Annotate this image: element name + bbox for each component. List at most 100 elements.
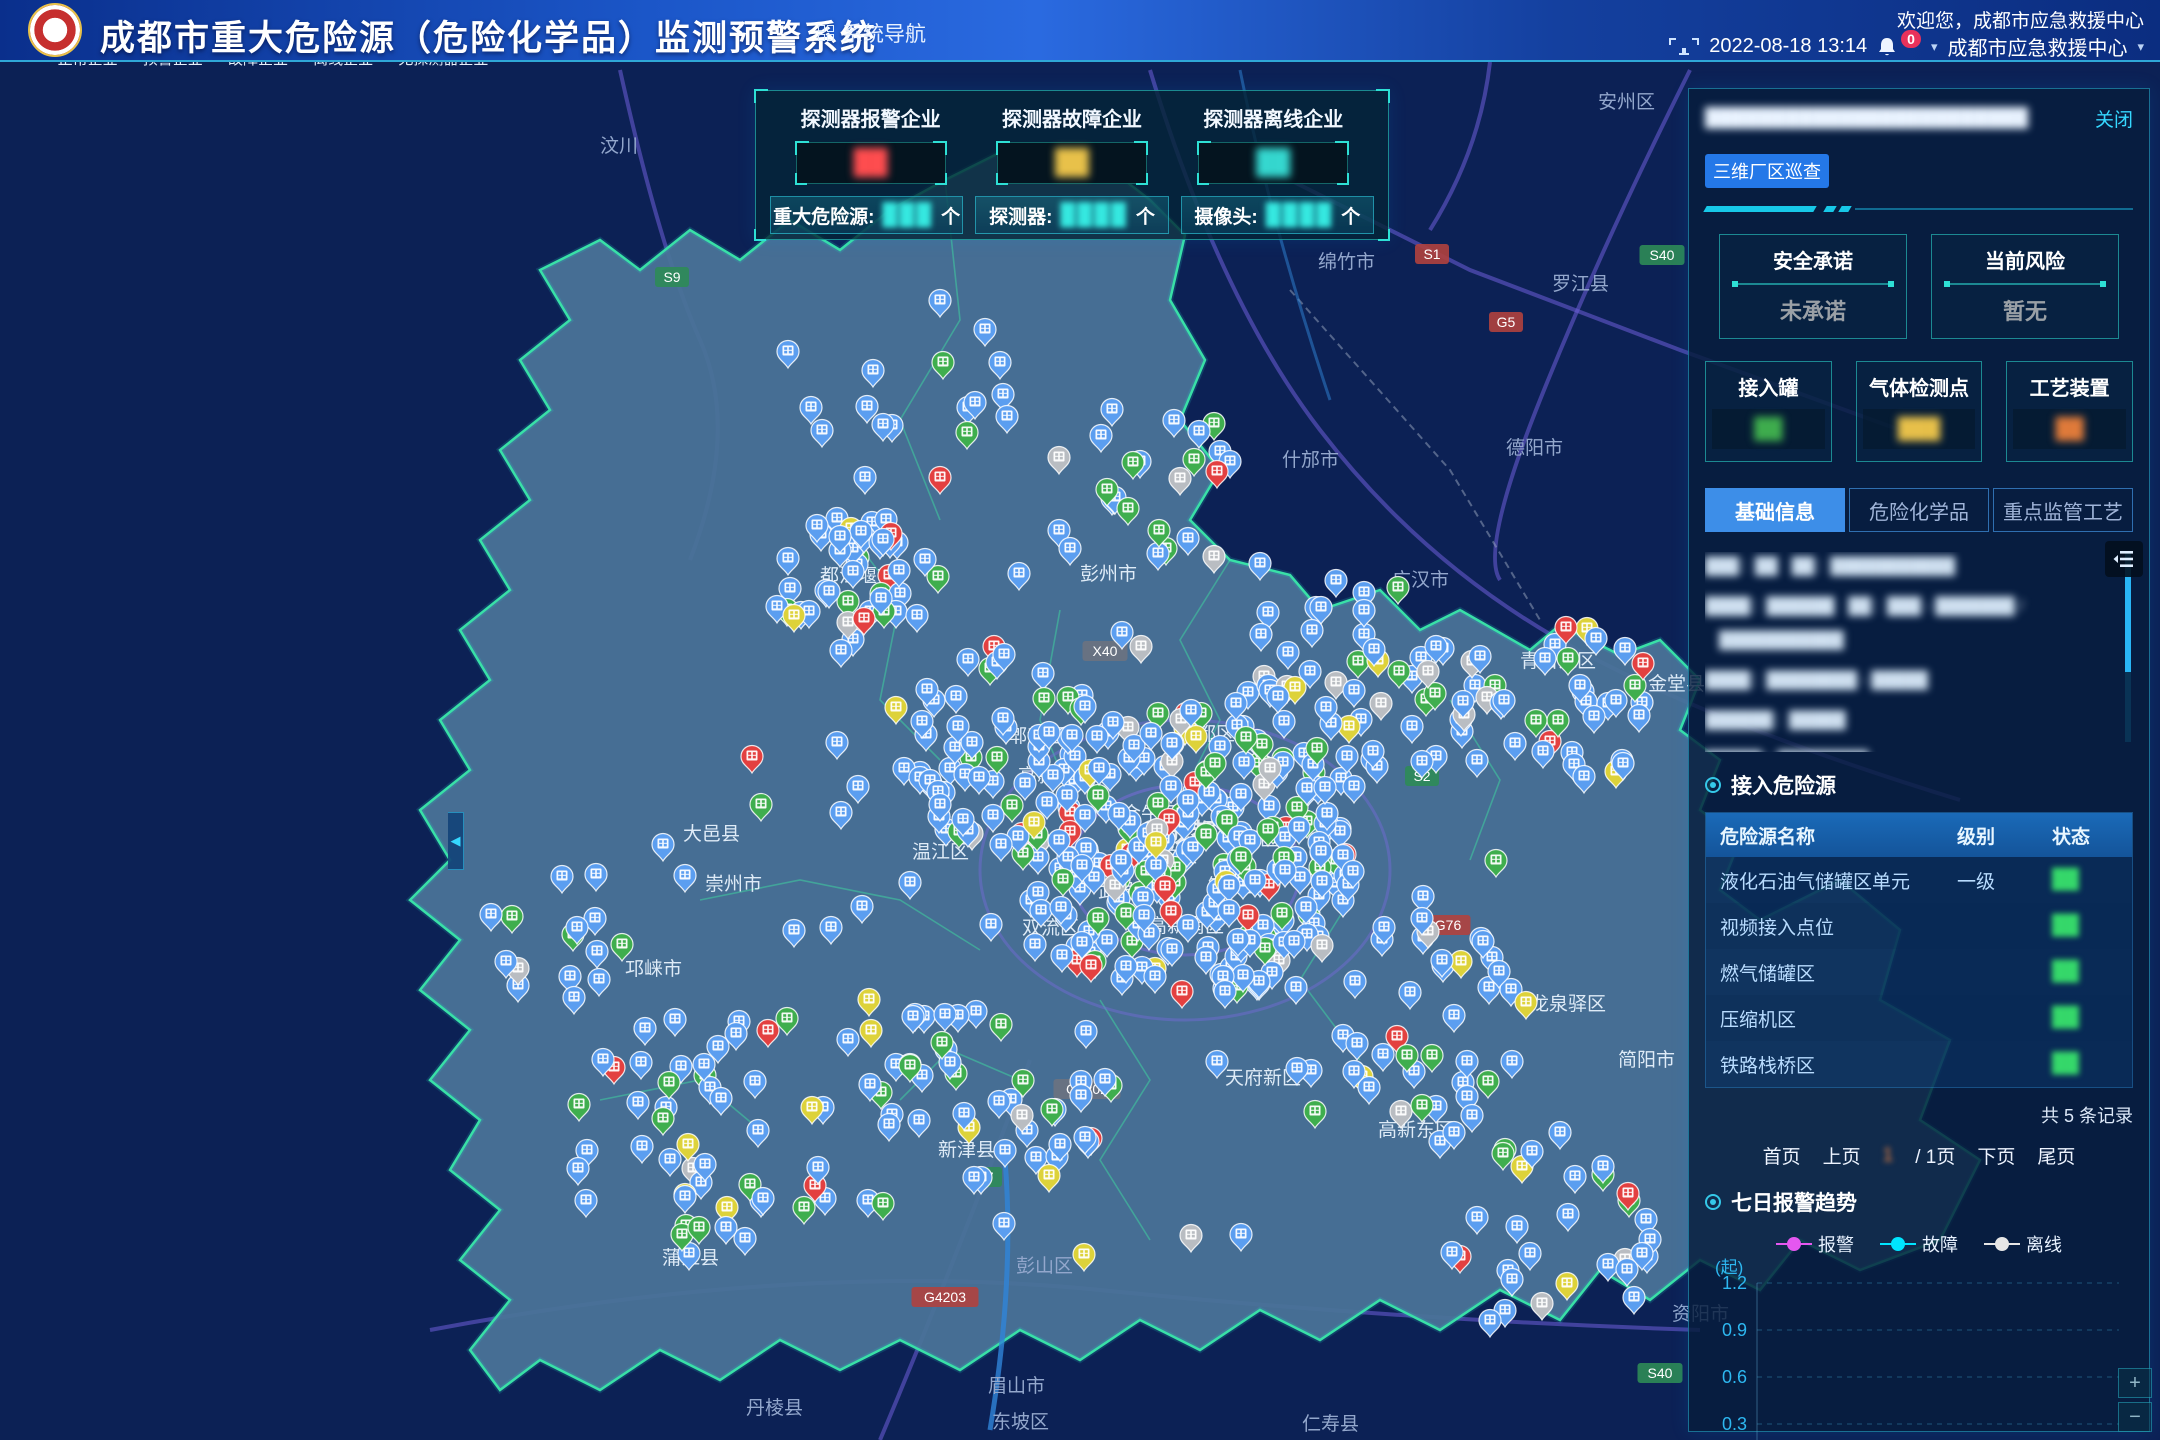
info-field: ████：██████ bbox=[1705, 592, 1834, 616]
road-badge: S9 bbox=[655, 267, 689, 287]
current-user[interactable]: 成都市应急救援中心 bbox=[1947, 32, 2127, 61]
trend-legend-item[interactable]: 报警 bbox=[1776, 1231, 1854, 1257]
fullscreen-icon-2 bbox=[1682, 38, 1699, 55]
stat-title: 探测器离线企业 bbox=[1173, 103, 1374, 132]
page-first[interactable]: 首页 bbox=[1763, 1142, 1801, 1169]
page-last[interactable]: 尾页 bbox=[2037, 1142, 2075, 1169]
hazard-status: ██ bbox=[2052, 1007, 2132, 1029]
stat-value: ██ bbox=[1256, 149, 1290, 177]
hazard-table-row[interactable]: 燃气储罐区██ bbox=[1706, 949, 2132, 995]
map-zoom-controls: + − bbox=[2118, 1368, 2152, 1432]
trend-legend-item[interactable]: 故障 bbox=[1880, 1231, 1958, 1257]
header-bar: 成都市重大危险源（危险化学品）监测预警系统 系统导航 欢迎您，成都市应急救援中心… bbox=[0, 0, 2160, 62]
hazard-name: 压缩机区 bbox=[1706, 1005, 1957, 1032]
counter-value: ███ bbox=[883, 203, 934, 227]
welcome-text: 欢迎您，成都市应急救援中心 bbox=[1897, 6, 2144, 33]
info-field: ██：███ - ███████ / bbox=[1848, 592, 2023, 616]
safety-promise-value: 未承诺 bbox=[1720, 294, 1906, 326]
detector-stat-card: 探测器报警企业 ██ bbox=[770, 103, 971, 184]
resource-counter: 探测器:████个 bbox=[975, 196, 1168, 234]
counter-unit: 个 bbox=[1136, 202, 1155, 229]
info-field: ███████████ bbox=[1719, 632, 1844, 650]
hazard-table: 危险源名称级别状态液化石油气储罐区单元一级██视频接入点位██燃气储罐区██压缩… bbox=[1705, 812, 2133, 1088]
stat-value: ██ bbox=[854, 149, 888, 177]
hazard-name: 视频接入点位 bbox=[1706, 913, 1957, 940]
map-city-label: 眉山市 bbox=[988, 1375, 1045, 1397]
stat-value: ██ bbox=[1055, 149, 1089, 177]
hazard-status: ██ bbox=[2052, 961, 2132, 983]
detector-stats-panel: 探测器报警企业██探测器故障企业██探测器离线企业██ 重大危险源:███个探测… bbox=[755, 90, 1389, 240]
tab-危险化学品[interactable]: 危险化学品 bbox=[1849, 488, 1989, 532]
map-district-label: 崇州市 bbox=[705, 873, 762, 895]
map-city-label: 仁寿县 bbox=[1302, 1413, 1359, 1435]
page-total: / 1页 bbox=[1915, 1142, 1955, 1169]
tab-重点监管工艺[interactable]: 重点监管工艺 bbox=[1993, 488, 2133, 532]
system-nav-label: 系统导航 bbox=[842, 18, 926, 48]
hazard-table-row[interactable]: 铁路栈桥区██ bbox=[1706, 1041, 2132, 1087]
collapse-list-icon bbox=[2113, 549, 2135, 569]
equipment-card: 工艺装置██ bbox=[2006, 361, 2133, 462]
hazard-status: ██ bbox=[2052, 1053, 2132, 1075]
basic-info-section: ███：██ ██：███████████ ████：██████ ██：███ - … bbox=[1705, 552, 2133, 752]
chevron-down-icon[interactable]: ▾ bbox=[1931, 39, 1938, 55]
map-district-label: 邛崃市 bbox=[625, 958, 682, 980]
close-button[interactable]: 关闭 bbox=[2095, 105, 2133, 132]
page-prev[interactable]: 上页 bbox=[1823, 1142, 1861, 1169]
section-divider bbox=[1705, 206, 2133, 212]
plant-3d-tour-button[interactable]: 三维厂区巡查 bbox=[1705, 154, 1829, 188]
svg-text:G4203: G4203 bbox=[924, 1289, 966, 1305]
chevron-down-icon[interactable]: ▾ bbox=[2137, 39, 2144, 55]
map-district-label: 龙泉驿区 bbox=[1530, 993, 1606, 1015]
notification-badge: 0 bbox=[1901, 30, 1921, 48]
bell-icon[interactable] bbox=[1877, 36, 1897, 58]
road-badge: G4203 bbox=[912, 1287, 979, 1307]
hazard-table-row[interactable]: 液化石油气储罐区单元一级██ bbox=[1706, 857, 2132, 903]
header-right-tools: 2022-08-18 13:14 0 ▾ 成都市应急救援中心 ▾ bbox=[1669, 32, 2144, 61]
svg-text:0.6: 0.6 bbox=[1722, 1367, 1747, 1387]
system-nav-menu[interactable]: 系统导航 bbox=[818, 18, 926, 48]
trend-section-title: 七日报警趋势 bbox=[1731, 1187, 1857, 1217]
tab-基础信息[interactable]: 基础信息 bbox=[1705, 488, 1845, 532]
trend-legend-label: 故障 bbox=[1922, 1231, 1958, 1257]
map-marker[interactable] bbox=[1325, 570, 1347, 598]
info-field: ███：██ bbox=[1705, 552, 1778, 576]
hazard-status: ██ bbox=[2052, 869, 2132, 891]
resource-counter: 重大危险源:███个 bbox=[770, 196, 963, 234]
svg-text:1.2: 1.2 bbox=[1722, 1273, 1747, 1293]
map-city-label: 彭山区 bbox=[1016, 1255, 1073, 1277]
grid-icon bbox=[818, 25, 834, 41]
resource-counter: 摄像头:████个 bbox=[1181, 196, 1374, 234]
panel-toggle-button[interactable] bbox=[2105, 541, 2143, 577]
road-badge: S40 bbox=[1638, 1363, 1683, 1383]
datetime-text: 2022-08-18 13:14 bbox=[1709, 35, 1867, 58]
counter-value: ████ bbox=[1060, 203, 1128, 227]
hazard-table-row[interactable]: 视频接入点位██ bbox=[1706, 903, 2132, 949]
map-marker[interactable] bbox=[1623, 1287, 1645, 1315]
hazard-pagination: 首页 上页 1 / 1页 下页 尾页 bbox=[1705, 1142, 2133, 1169]
map-city-label: 汶川 bbox=[600, 135, 638, 157]
map-district-label: 新津县 bbox=[938, 1139, 995, 1161]
sidebar-collapse-handle[interactable]: ◀ bbox=[448, 812, 464, 870]
safety-promise-card: 安全承诺 未承诺 bbox=[1719, 234, 1907, 339]
equipment-label: 工艺装置 bbox=[2007, 372, 2132, 401]
equipment-value: ██ bbox=[1754, 418, 1782, 441]
trend-legend-item[interactable]: 离线 bbox=[1984, 1231, 2062, 1257]
detail-company-title: ████████████████████████ bbox=[1705, 107, 2045, 131]
info-field: ██：███████████ bbox=[1792, 552, 1955, 576]
zoom-in-button[interactable]: + bbox=[2118, 1368, 2152, 1398]
enterprise-detail-panel: ████████████████████████ 关闭 三维厂区巡查 安全承诺 … bbox=[1688, 88, 2150, 1432]
map-city-label: 绵竹市 bbox=[1318, 251, 1375, 273]
stat-title: 探测器报警企业 bbox=[770, 103, 971, 132]
scrollbar[interactable] bbox=[2125, 552, 2131, 742]
svg-text:S40: S40 bbox=[1648, 1365, 1673, 1381]
current-risk-card: 当前风险 暂无 bbox=[1931, 234, 2119, 339]
map-marker[interactable] bbox=[1479, 1310, 1501, 1338]
hazard-table-row[interactable]: 压缩机区 ██ bbox=[1706, 995, 2132, 1041]
resource-counters: 重大危险源:███个探测器:████个摄像头:████个 bbox=[770, 196, 1374, 234]
counter-label: 重大危险源: bbox=[773, 202, 874, 229]
counter-value: ████ bbox=[1266, 203, 1334, 227]
zoom-out-button[interactable]: − bbox=[2118, 1402, 2152, 1432]
equipment-stat-cards: 接入罐██气体检测点███工艺装置██ bbox=[1705, 361, 2133, 462]
page-next[interactable]: 下页 bbox=[1977, 1142, 2015, 1169]
radio-bullet-icon bbox=[1705, 1194, 1721, 1210]
